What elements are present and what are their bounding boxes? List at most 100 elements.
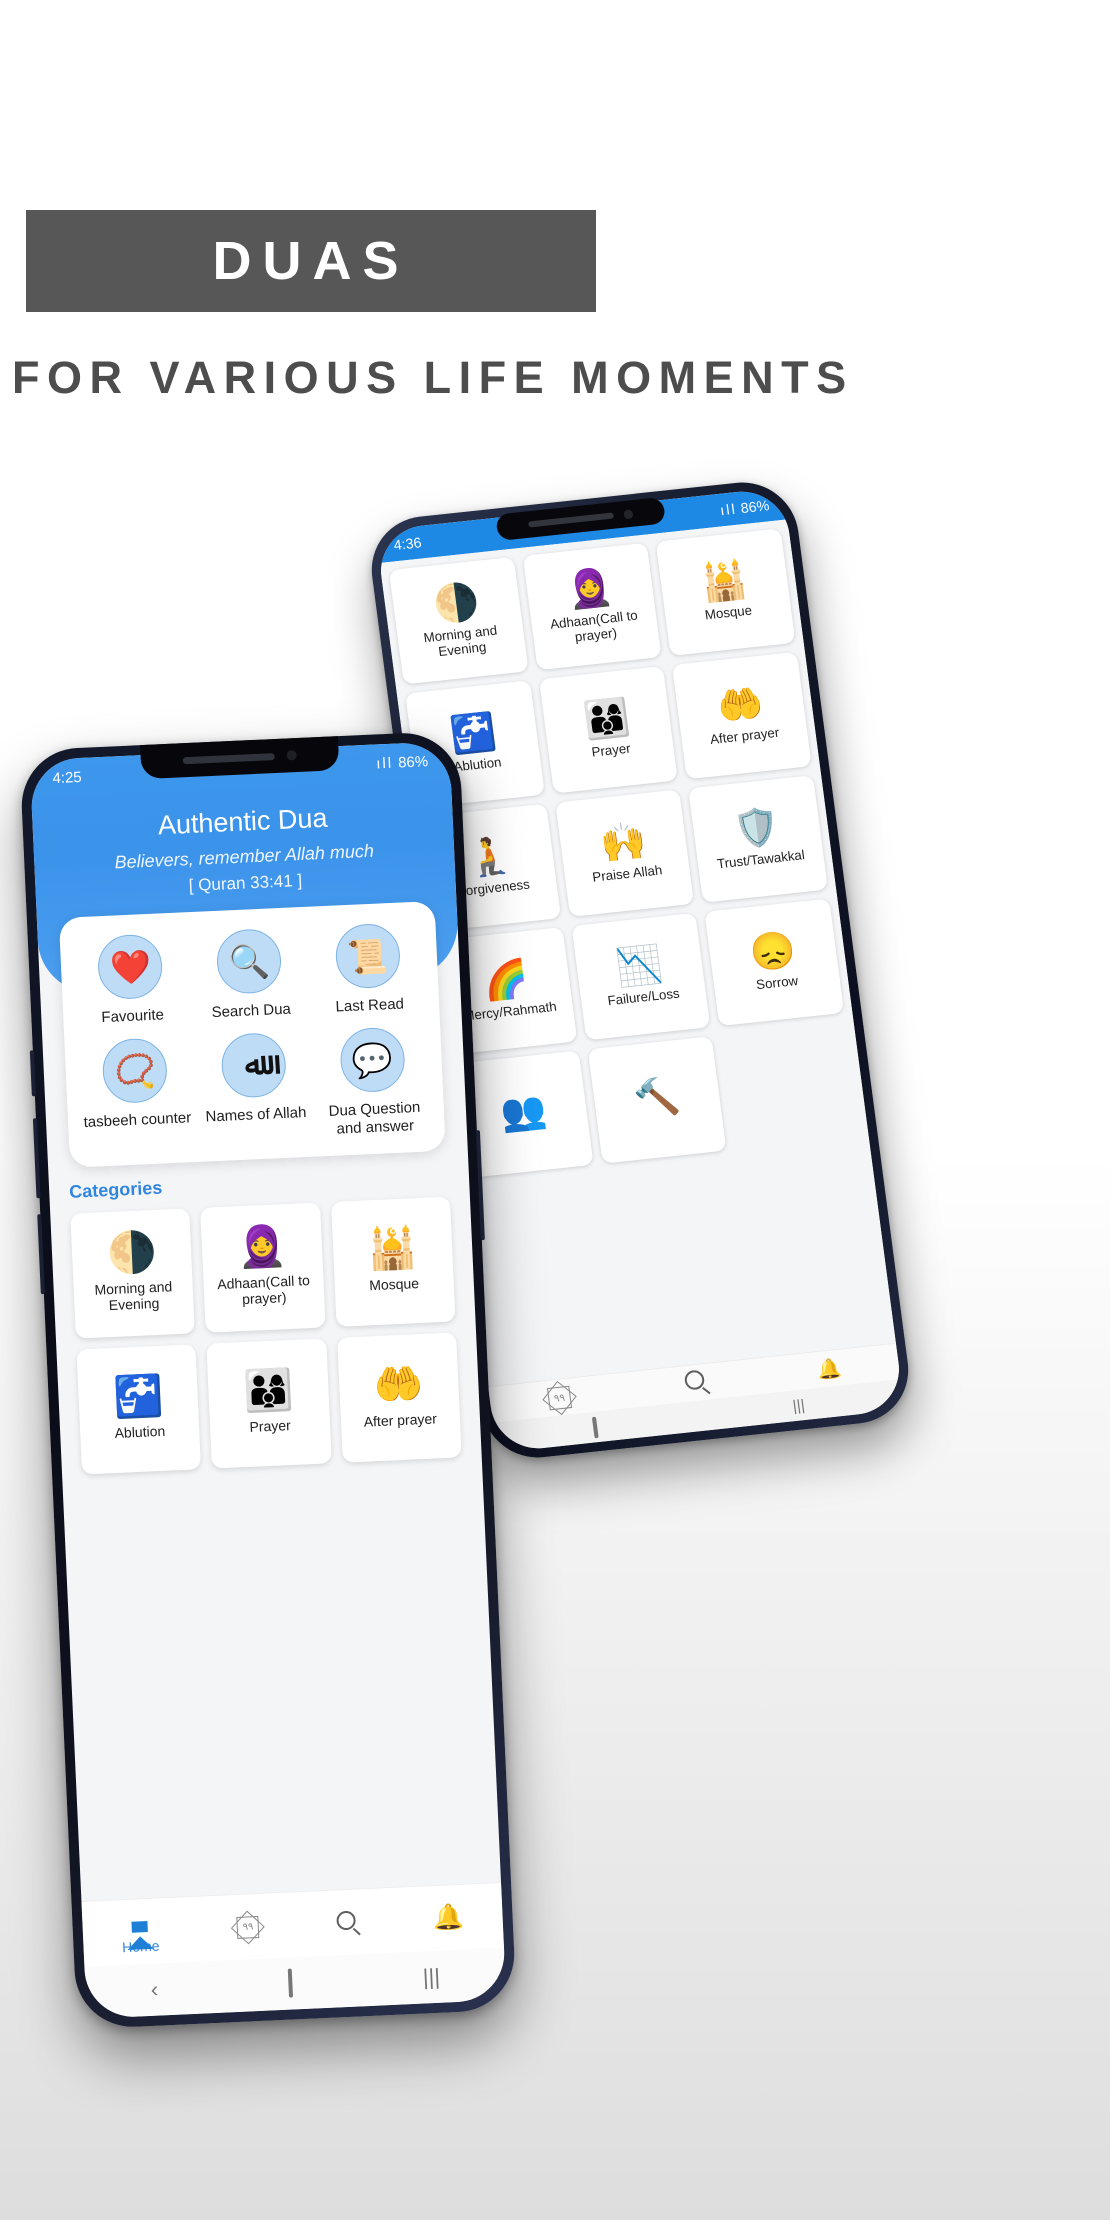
sad-person-icon: 😞: [747, 928, 799, 975]
quick-action-item[interactable]: 💬 Dua Question and answer: [312, 1026, 435, 1139]
recents-icon[interactable]: |||: [792, 1396, 806, 1414]
mosque-icon: 🕌: [698, 558, 750, 605]
falling-arrow-icon: 📉: [613, 942, 665, 989]
names-99-icon: [230, 1910, 265, 1944]
magnifier-chat-icon: 🔍: [215, 928, 283, 995]
card-label: Failure/Loss: [606, 985, 681, 1009]
promo-subtitle: FOR VARIOUS LIFE MOMENTS: [12, 352, 854, 403]
card-label: Adhaan(Call to prayer): [216, 1272, 311, 1308]
nav-search[interactable]: [336, 1910, 357, 1936]
quick-action-item[interactable]: 📿 tasbeeh counter: [74, 1036, 197, 1149]
front-category-card[interactable]: 🕌 Mosque: [330, 1196, 456, 1327]
card-label: Mosque: [368, 1275, 420, 1294]
card-label: Mosque: [703, 602, 753, 623]
back-category-card[interactable]: 🔨: [587, 1036, 727, 1164]
quick-action-label: Last Read: [335, 995, 405, 1016]
categories-grid: 🌗 Morning and Evening 🧕 Adhaan(Call to pray…: [70, 1196, 462, 1475]
front-camera: [623, 508, 634, 519]
back-category-card[interactable]: 🕌 Mosque: [655, 528, 796, 656]
back-status-right: ıll 86%: [719, 497, 770, 518]
battery-label: 86%: [739, 496, 771, 517]
back-category-card[interactable]: 📉 Failure/Loss: [571, 912, 711, 1041]
back-category-card[interactable]: 👨‍👩‍👦 Prayer: [538, 666, 679, 794]
card-label: Adhaan(Call to prayer): [549, 607, 639, 645]
quick-action-item[interactable]: 🔍 Search Dua: [188, 927, 311, 1023]
wudu-tap-icon: 🚰: [112, 1374, 165, 1421]
card-label: Ablution: [114, 1422, 166, 1442]
raised-hands-icon: 🙌: [597, 819, 649, 866]
back-category-card[interactable]: 🛡️ Trust/Tawakkal: [688, 775, 828, 903]
allah-calligraphy-icon: ﷲ: [220, 1032, 288, 1099]
front-category-card[interactable]: 🧕 Adhaan(Call to prayer): [200, 1202, 326, 1333]
front-category-card[interactable]: 🚰 Ablution: [76, 1343, 202, 1475]
back-category-card[interactable]: 🤲 After prayer: [672, 651, 812, 780]
back-category-card[interactable]: 😞 Sorrow: [704, 898, 845, 1027]
quick-actions-card: ❤️ Favourite 🔍 Search Dua 📜 Last Read 📿 tasbeeh…: [58, 900, 446, 1168]
day-night-icon: 🌗: [430, 579, 482, 626]
quick-action-item[interactable]: ﷲ Names of Allah: [193, 1031, 316, 1144]
bell-icon[interactable]: 🔔: [816, 1355, 843, 1382]
back-category-card[interactable]: 🧕 Adhaan(Call to prayer): [522, 542, 662, 671]
rainbow-cloud-icon: 🌈: [480, 956, 532, 1004]
back-category-card[interactable]: 🙌 Praise Allah: [554, 789, 695, 917]
gavel-icon: 🔨: [631, 1073, 683, 1120]
quick-action-label: tasbeeh counter: [83, 1109, 192, 1132]
card-label: After prayer: [363, 1410, 438, 1430]
signal-icon: ıll: [375, 754, 394, 773]
card-label: Trust/Tawakkal: [716, 847, 806, 872]
day-night-icon: 🌗: [105, 1230, 158, 1277]
earpiece-speaker: [182, 752, 275, 764]
silent-switch[interactable]: [29, 1050, 36, 1097]
bell-icon: 🔔: [432, 1902, 465, 1933]
back-status-time: 4:36: [392, 534, 423, 554]
front-phone-screen: 4:25 ıll 86% Authentic Dua Believers, re…: [29, 741, 507, 2019]
front-status-time: 4:25: [52, 768, 83, 788]
muezzin-icon: 🧕: [564, 565, 616, 612]
quick-actions-grid: ❤️ Favourite 🔍 Search Dua 📜 Last Read 📿 tasbeeh…: [70, 921, 435, 1149]
front-phone-shell: 4:25 ıll 86% Authentic Dua Believers, re…: [19, 730, 517, 2030]
recents-icon[interactable]: |||: [422, 1964, 440, 1991]
home-icon: [126, 1907, 154, 1950]
quick-action-label: Names of Allah: [205, 1104, 307, 1126]
search-icon[interactable]: [683, 1369, 706, 1396]
card-label: Mercy/Rahmath: [462, 998, 558, 1024]
categories-section: Categories 🌗 Morning and Evening 🧕 Adhaan(C…: [48, 1149, 481, 1475]
card-label: Sorrow: [755, 972, 800, 993]
signal-icon: ıll: [719, 500, 738, 519]
congregation-icon: 👨‍👩‍👦: [581, 695, 633, 743]
quick-action-item[interactable]: ❤️ Favourite: [70, 932, 193, 1028]
front-category-card[interactable]: 👨‍👩‍👦 Prayer: [206, 1338, 332, 1469]
front-category-card[interactable]: 🌗 Morning and Evening: [70, 1208, 196, 1339]
card-label: Forgiveness: [456, 876, 531, 900]
quick-action-label: Dua Question and answer: [328, 1099, 421, 1138]
names-99-icon[interactable]: [542, 1380, 577, 1415]
prayer-beads-icon: 📿: [101, 1037, 169, 1105]
card-label: Prayer: [249, 1417, 292, 1436]
nav-home[interactable]: Home: [120, 1907, 160, 1955]
scroll-clock-icon: 📜: [334, 922, 401, 990]
sun-prostration-icon: 🤲: [372, 1362, 425, 1409]
quick-action-label: Search Dua: [211, 1000, 292, 1022]
congregation-icon: 👨‍👩‍👦: [242, 1368, 295, 1415]
back-category-card[interactable]: 🌗 Morning and Evening: [388, 556, 529, 685]
kneeling-man-icon: 🧎: [464, 833, 516, 880]
promo-title-band: DUAS: [26, 210, 596, 312]
home-square-icon[interactable]: [591, 1416, 599, 1438]
nav-names-99[interactable]: [230, 1910, 265, 1944]
home-square-icon[interactable]: [287, 1968, 294, 1998]
battery-label: 86%: [397, 753, 429, 772]
card-label: Morning and Evening: [422, 622, 498, 659]
categories-heading: Categories: [68, 1177, 163, 1202]
nav-notifications[interactable]: 🔔: [432, 1902, 465, 1933]
quick-action-label: Favourite: [101, 1006, 165, 1027]
quick-action-item[interactable]: 📜 Last Read: [307, 921, 430, 1017]
card-label: Prayer: [590, 740, 632, 760]
mosque-icon: 🕌: [366, 1226, 419, 1273]
heart-icon: ❤️: [97, 933, 164, 1001]
muezzin-icon: 🧕: [236, 1224, 288, 1271]
search-icon: [336, 1910, 357, 1936]
back-icon[interactable]: ‹: [150, 1977, 159, 2003]
earpiece-speaker: [527, 512, 614, 528]
front-category-card[interactable]: 🤲 After prayer: [336, 1332, 462, 1463]
shield-hands-icon: 🛡️: [731, 804, 783, 852]
